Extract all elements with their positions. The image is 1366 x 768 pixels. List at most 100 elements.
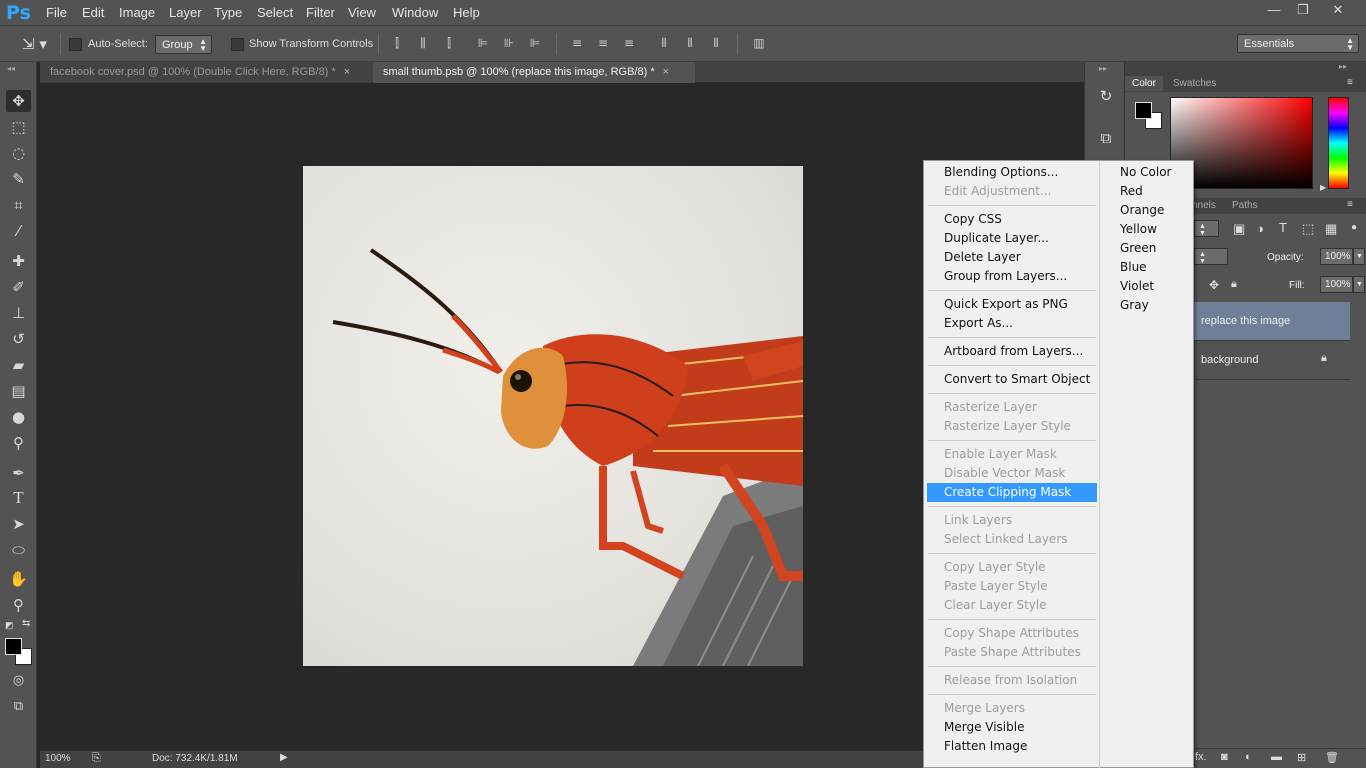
menu-file[interactable]: File — [46, 5, 67, 20]
blend-mode-dropdown[interactable]: ▲ ▼ — [1194, 248, 1228, 265]
brush-icon[interactable]: ✐ — [6, 276, 31, 298]
align-hcenter-icon[interactable]: ⊪ — [502, 36, 516, 50]
document-canvas-image[interactable] — [303, 166, 803, 666]
menu-select[interactable]: Select — [257, 5, 293, 20]
add-mask-icon[interactable]: ◙ — [1221, 751, 1228, 763]
tab-paths[interactable]: Paths — [1225, 198, 1265, 213]
zoom-icon[interactable]: ⚲ — [6, 594, 31, 616]
path-select-icon[interactable]: ➤ — [6, 513, 31, 535]
auto-select-checkbox[interactable] — [69, 38, 82, 51]
menu-window[interactable]: Window — [392, 5, 438, 20]
lasso-icon[interactable]: ◌ — [6, 142, 31, 164]
pen-icon[interactable]: ✒ — [6, 462, 31, 484]
auto-select-dropdown[interactable]: Group ▲ ▼ — [155, 35, 212, 54]
menu-image[interactable]: Image — [119, 5, 155, 20]
auto-align-icon[interactable]: ▥ — [752, 36, 766, 50]
filter-toggle-icon[interactable]: ● — [1351, 222, 1357, 233]
menu-item-merge-visible[interactable]: Merge Visible — [927, 718, 1097, 737]
close-window-button[interactable]: ✕ — [1325, 2, 1351, 18]
hue-slider[interactable] — [1328, 97, 1349, 189]
hand-icon[interactable]: ✋ — [6, 568, 31, 590]
zoom-level[interactable]: 100% — [45, 753, 71, 764]
menu-item-export-as[interactable]: Export As... — [927, 314, 1097, 333]
delete-layer-icon[interactable]: 🗑︎ — [1325, 751, 1339, 764]
menu-view[interactable]: View — [348, 5, 376, 20]
align-vcenter-icon[interactable]: ⫼ — [416, 36, 430, 50]
layer-row-background[interactable]: background 🔒︎ — [1194, 341, 1350, 379]
distribute-left-icon[interactable]: ⦀ — [657, 36, 671, 50]
lock-all-icon[interactable]: 🔒︎ — [1231, 278, 1237, 291]
filter-shape-icon[interactable]: ⬚ — [1302, 221, 1314, 237]
distribute-top-icon[interactable]: ≡ — [570, 36, 584, 50]
workspace-dropdown[interactable]: Essentials ▲ ▼ — [1237, 34, 1359, 53]
menu-filter[interactable]: Filter — [306, 5, 335, 20]
clone-stamp-icon[interactable]: ⊥ — [6, 302, 31, 324]
layer-kind-dropdown[interactable]: ▲ ▼ — [1194, 220, 1219, 237]
color-label-orange[interactable]: Orange — [1120, 203, 1164, 217]
eraser-icon[interactable]: ▰ — [6, 354, 31, 376]
history-brush-icon[interactable]: ↺ — [6, 328, 31, 350]
new-layer-icon[interactable]: ⊞ — [1297, 751, 1306, 764]
collapse-panels-icon[interactable]: ▸▸ — [1339, 62, 1347, 71]
menu-item-duplicate-layer[interactable]: Duplicate Layer... — [927, 229, 1097, 248]
show-transform-checkbox[interactable] — [231, 38, 244, 51]
tab-facebook-cover[interactable]: facebook cover.psd @ 100% (Double Click … — [40, 62, 371, 83]
filter-smart-object-icon[interactable]: ▦ — [1325, 221, 1337, 237]
filter-adjustment-icon[interactable]: ◑ — [1256, 221, 1264, 236]
foreground-color-swatch[interactable] — [5, 638, 22, 655]
distribute-bottom-icon[interactable]: ≡ — [622, 36, 636, 50]
panel-menu-icon[interactable]: ≡ — [1347, 199, 1353, 210]
color-label-no-color[interactable]: No Color — [1120, 165, 1171, 179]
properties-panel-icon[interactable]: ⧉ — [1094, 127, 1118, 149]
distribute-hcenter-icon[interactable]: ⦀ — [683, 36, 697, 50]
gradient-icon[interactable]: ▤ — [6, 380, 31, 402]
opacity-dropdown-icon[interactable]: ▼ — [1353, 248, 1365, 265]
color-label-blue[interactable]: Blue — [1120, 260, 1147, 274]
tab-swatches[interactable]: Swatches — [1166, 76, 1223, 91]
eyedropper-icon[interactable]: ⁄ — [6, 220, 31, 242]
default-colors-icon[interactable]: ◩ — [5, 620, 14, 631]
move-tool-preset-icon[interactable]: ⇲ ▾ — [22, 35, 47, 53]
status-menu-arrow-icon[interactable]: ▶ — [280, 752, 288, 763]
history-panel-icon[interactable]: ↻ — [1094, 85, 1118, 107]
align-left-icon[interactable]: ⊫ — [476, 36, 490, 50]
align-bottom-icon[interactable]: ⫿ — [442, 36, 456, 50]
menu-item-group-from-layers[interactable]: Group from Layers... — [927, 267, 1097, 286]
collapse-panel-icon[interactable]: ◂◂ — [7, 64, 15, 73]
color-label-green[interactable]: Green — [1120, 241, 1156, 255]
menu-item-artboard-from-layers[interactable]: Artboard from Layers... — [927, 342, 1097, 361]
fx-icon[interactable]: fx. — [1195, 751, 1207, 763]
color-label-violet[interactable]: Violet — [1120, 279, 1154, 293]
crop-icon[interactable]: ⌗ — [6, 194, 31, 216]
filter-image-icon[interactable]: ▣ — [1233, 221, 1245, 237]
quick-select-icon[interactable]: ✎ — [6, 168, 31, 190]
menu-item-quick-export-as-png[interactable]: Quick Export as PNG — [927, 295, 1097, 314]
close-tab-icon[interactable]: × — [663, 66, 669, 78]
fill-dropdown-icon[interactable]: ▼ — [1353, 276, 1365, 293]
layer-row-replace-this-image[interactable]: replace this image — [1194, 302, 1350, 340]
panel-menu-icon[interactable]: ≡ — [1347, 77, 1353, 88]
close-tab-icon[interactable]: × — [344, 66, 350, 78]
menu-item-delete-layer[interactable]: Delete Layer — [927, 248, 1097, 267]
align-top-icon[interactable]: ⫿ — [390, 36, 404, 50]
menu-item-convert-to-smart-object[interactable]: Convert to Smart Object — [927, 370, 1097, 389]
swap-colors-icon[interactable]: ⇆ — [22, 618, 30, 629]
type-icon[interactable]: T — [6, 487, 31, 509]
restore-button[interactable]: ❐ — [1290, 2, 1316, 18]
share-icon[interactable]: ⎘ — [92, 752, 101, 765]
menu-item-blending-options[interactable]: Blending Options... — [927, 163, 1097, 182]
filter-type-icon[interactable]: T — [1279, 220, 1287, 235]
ellipse-icon[interactable]: ⬭ — [6, 539, 31, 561]
menu-item-flatten-image[interactable]: Flatten Image — [927, 737, 1097, 756]
new-group-icon[interactable]: ▬ — [1271, 751, 1282, 763]
align-right-icon[interactable]: ⊫ — [528, 36, 542, 50]
marquee-icon[interactable]: ⬚ — [6, 116, 31, 138]
dodge-icon[interactable]: ⚲ — [6, 432, 31, 454]
quick-mask-icon[interactable]: ◎ — [6, 670, 31, 692]
color-label-red[interactable]: Red — [1120, 184, 1143, 198]
menu-item-copy-css[interactable]: Copy CSS — [927, 210, 1097, 229]
fill-field[interactable]: 100% — [1320, 276, 1353, 293]
adjustment-layer-icon[interactable]: ◐ — [1245, 751, 1252, 763]
color-label-yellow[interactable]: Yellow — [1120, 222, 1157, 236]
collapse-dock-icon[interactable]: ▸▸ — [1099, 64, 1107, 73]
